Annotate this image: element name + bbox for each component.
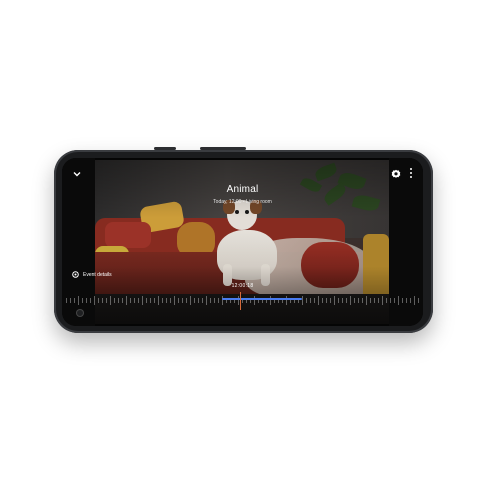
timeline-tick: [318, 295, 319, 305]
timeline-tick: [342, 297, 343, 303]
timeline-tick: [118, 297, 119, 303]
timeline-tick: [74, 297, 75, 303]
timeline-playhead[interactable]: [240, 292, 241, 310]
timeline-tick: [166, 297, 167, 303]
timeline-tick: [382, 295, 383, 305]
timeline-tick: [410, 297, 411, 303]
timeline-tick: [286, 295, 287, 305]
timeline-scrubber[interactable]: [62, 291, 423, 309]
timeline-tick: [198, 297, 199, 303]
timeline-tick: [310, 297, 311, 303]
timeline-tick: [178, 297, 179, 303]
timeline-tick: [398, 295, 399, 305]
timeline-tick: [122, 297, 123, 303]
timeline-tick: [162, 297, 163, 303]
timeline-timestamp: 12:00:18: [231, 283, 254, 289]
timeline-tick: [86, 297, 87, 303]
timeline-tick: [154, 297, 155, 303]
chevron-down-icon[interactable]: [72, 166, 82, 177]
timeline-tick: [222, 295, 223, 305]
timeline-tick: [314, 297, 315, 303]
timeline-tick: [418, 297, 419, 303]
timeline-tick: [70, 297, 71, 303]
timeline-tick: [346, 297, 347, 303]
timeline-tick: [94, 295, 95, 305]
timeline-tick: [66, 297, 67, 303]
event-details-label: Event details: [83, 271, 112, 278]
timeline-tick: [126, 295, 127, 305]
settings-icon: [72, 271, 79, 278]
timeline-tick: [306, 297, 307, 303]
timeline-tick: [354, 297, 355, 303]
timeline-tick: [362, 297, 363, 303]
timeline-tick: [390, 297, 391, 303]
timeline-tick: [106, 297, 107, 303]
timeline-tick: [174, 295, 175, 305]
home-button[interactable]: [76, 309, 84, 317]
timeline-tick: [202, 297, 203, 303]
phone-button: [200, 147, 246, 150]
timeline-tick: [82, 297, 83, 303]
timeline-tick: [210, 297, 211, 303]
timeline-tick: [254, 295, 255, 305]
timeline-tick: [114, 297, 115, 303]
timeline-tick: [102, 297, 103, 303]
gear-icon[interactable]: [391, 166, 401, 178]
timeline-progress: [222, 298, 302, 300]
timeline-tick: [170, 297, 171, 303]
timeline-tick: [110, 295, 111, 305]
timeline-tick: [146, 297, 147, 303]
timeline-tick: [194, 297, 195, 303]
timeline-tick: [366, 295, 367, 305]
timeline-tick: [182, 297, 183, 303]
timeline-tick: [358, 297, 359, 303]
timeline-tick: [78, 295, 79, 305]
timeline-tick: [402, 297, 403, 303]
timeline-tick: [186, 297, 187, 303]
timeline-tick: [98, 297, 99, 303]
timeline-tick: [322, 297, 323, 303]
timeline-tick: [386, 297, 387, 303]
timeline-tick: [134, 297, 135, 303]
timeline-tick: [350, 295, 351, 305]
timeline-tick: [406, 297, 407, 303]
timeline-tick: [326, 297, 327, 303]
timeline-tick: [214, 297, 215, 303]
timeline-tick: [190, 295, 191, 305]
timeline-tick: [130, 297, 131, 303]
timeline-tick: [90, 297, 91, 303]
timeline-tick: [370, 297, 371, 303]
timeline-tick: [206, 295, 207, 305]
timeline-tick: [378, 297, 379, 303]
event-subtitle: Today, 12:00 • Living room: [213, 199, 272, 205]
phone-button: [154, 147, 176, 150]
timeline-tick: [142, 295, 143, 305]
event-title: Animal: [226, 184, 259, 195]
timeline-tick: [374, 297, 375, 303]
phone-screen: Animal Today, 12:00 • Living room Event …: [62, 158, 423, 326]
timeline-tick: [394, 297, 395, 303]
timeline-tick: [158, 295, 159, 305]
timeline-tick: [302, 295, 303, 305]
timeline-tick: [330, 297, 331, 303]
event-details-button[interactable]: Event details: [72, 271, 112, 278]
timeline-tick: [270, 295, 271, 305]
timeline-tick: [138, 297, 139, 303]
timeline-tick: [338, 297, 339, 303]
timeline-tick: [238, 295, 239, 305]
more-vert-icon[interactable]: [409, 166, 413, 178]
timeline-tick: [150, 297, 151, 303]
timeline-tick: [414, 295, 415, 305]
timeline-tick: [218, 297, 219, 303]
timeline-tick: [334, 295, 335, 305]
